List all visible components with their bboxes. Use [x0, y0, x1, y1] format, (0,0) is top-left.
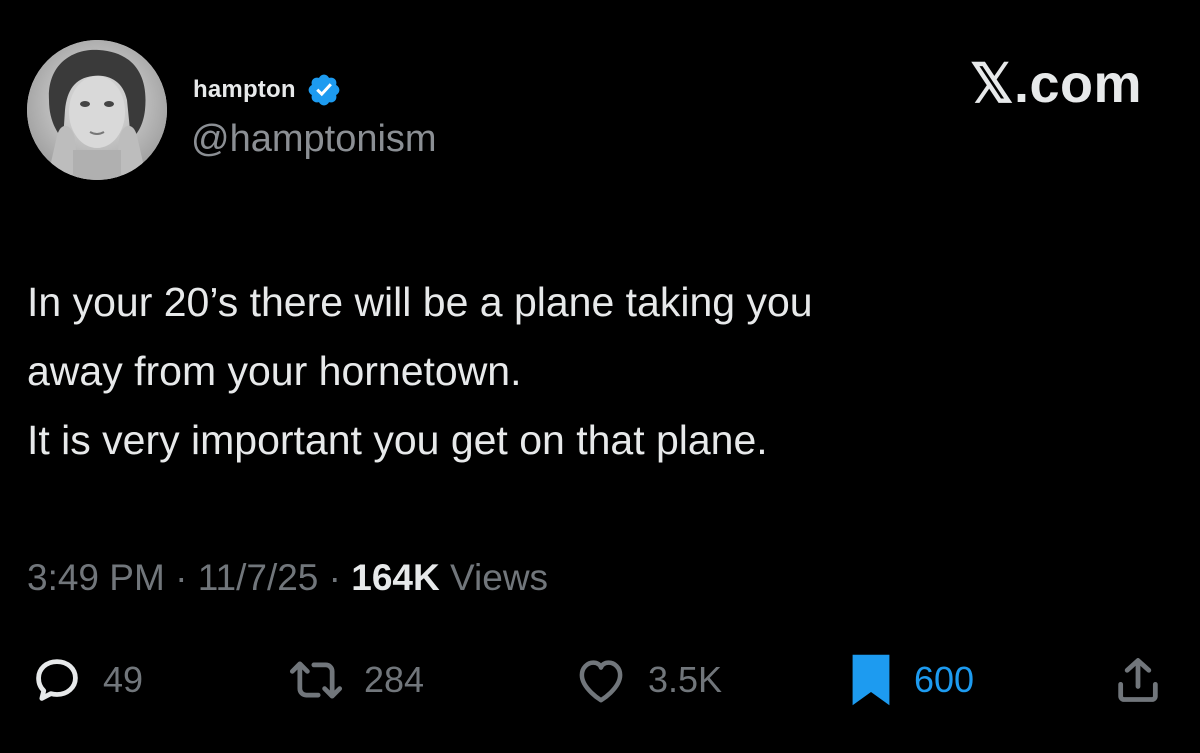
- brand-logo: 𝕏.com: [969, 54, 1142, 114]
- meta-separator: ·: [328, 557, 341, 598]
- bookmark-button[interactable]: 600: [848, 650, 974, 710]
- verified-badge-icon: [306, 72, 342, 108]
- views-label: Views: [450, 557, 549, 598]
- tweet-text-line: In your 20’s there will be a plane takin…: [27, 279, 813, 325]
- avatar[interactable]: [27, 40, 167, 180]
- tweet-card: hampton @hamptonism 𝕏.com In your 20’s t…: [0, 0, 1200, 753]
- repost-count: 284: [364, 659, 425, 700]
- share-button[interactable]: [1112, 650, 1164, 710]
- like-button[interactable]: 3.5K: [574, 650, 722, 710]
- reply-count: 49: [103, 659, 144, 700]
- reply-button[interactable]: 49: [31, 650, 143, 710]
- bookmark-count: 600: [914, 659, 975, 700]
- avatar-photo: [27, 40, 167, 180]
- author-name-row: hampton: [193, 72, 342, 108]
- author-handle[interactable]: @hamptonism: [191, 118, 437, 161]
- repost-icon: [289, 661, 343, 699]
- meta-separator: ·: [175, 557, 188, 598]
- action-bar: 49 284 3.5K 600: [0, 650, 1200, 710]
- tweet-text-line: It is very important you get on that pla…: [27, 417, 768, 463]
- tweet-text-line: away from your hornetown.: [27, 348, 522, 394]
- heart-icon: [579, 660, 623, 703]
- share-icon: [1118, 658, 1158, 702]
- tweet-time[interactable]: 3:49 PM: [27, 557, 165, 598]
- tweet-date[interactable]: 11/7/25: [198, 557, 319, 598]
- views-count: 164K: [351, 557, 440, 598]
- tweet-text: In your 20’s there will be a plane takin…: [27, 268, 1147, 475]
- tweet-meta: 3:49 PM · 11/7/25 · 164K Views: [27, 557, 548, 599]
- like-count: 3.5K: [648, 659, 723, 700]
- reply-icon: [36, 659, 78, 701]
- repost-button[interactable]: 284: [288, 650, 424, 710]
- bookmark-icon: [852, 654, 890, 706]
- author-display-name[interactable]: hampton: [193, 76, 296, 104]
